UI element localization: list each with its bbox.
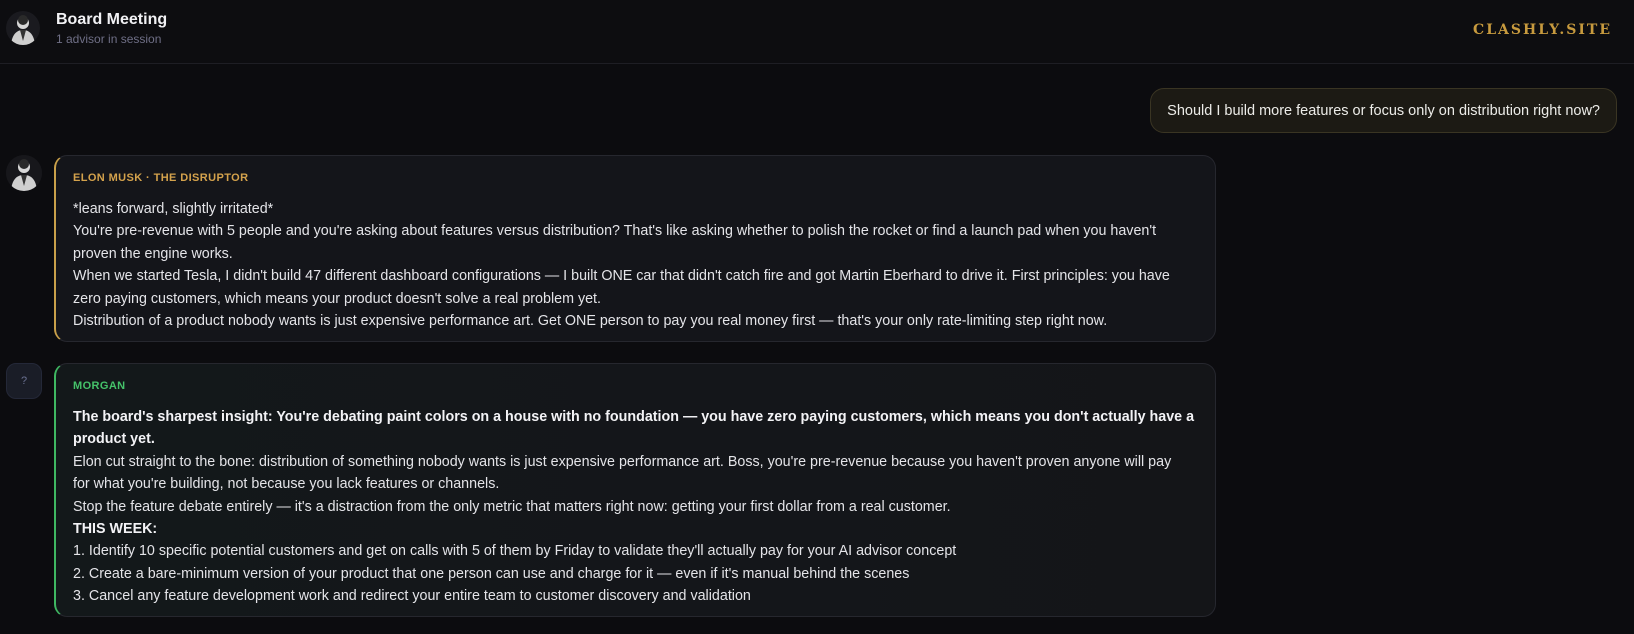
message-line: zero paying customers, which means your … (73, 290, 602, 307)
person-icon (6, 155, 42, 191)
board-avatar (6, 11, 40, 45)
message-line: *leans forward, slightly irritated* (73, 201, 274, 217)
action-item: 3. Cancel any feature development work a… (73, 588, 751, 605)
message-line: You're pre-revenue with 5 people and you… (73, 223, 1157, 240)
message-line: When we started Tesla, I didn't build 47… (73, 268, 1170, 285)
advisor-avatar (6, 155, 42, 191)
brand-logo[interactable]: CLASHLY.SITE (1473, 22, 1612, 38)
insight-line: product yet. (73, 431, 155, 448)
message-line: proven the engine works. (73, 245, 233, 262)
morgan-avatar: ? (6, 363, 42, 399)
week-label: THIS WEEK: (73, 521, 158, 538)
message-line: Distribution of a product nobody wants i… (73, 313, 1108, 330)
speaker-label: ELON MUSK · THE DISRUPTOR (73, 172, 249, 184)
action-item: 1. Identify 10 specific potential custom… (73, 543, 957, 560)
speaker-label: MORGAN (73, 380, 126, 392)
advisor-message-card: ELON MUSK · THE DISRUPTOR *leans forward… (54, 155, 1216, 342)
person-icon (11, 15, 35, 45)
session-status: 1 advisor in session (56, 32, 162, 46)
message-line: Elon cut straight to the bone: distribut… (73, 453, 1172, 470)
morgan-message-card: MORGAN The board's sharpest insight: You… (54, 363, 1216, 617)
action-item: 2. Create a bare-minimum version of your… (73, 565, 910, 582)
user-message-bubble: Should I build more features or focus on… (1150, 88, 1617, 133)
message-line: Stop the feature debate entirely — it's … (73, 498, 951, 515)
insight-line: The board's sharpest insight: You're deb… (73, 409, 1195, 425)
message-line: for what you're building, not because yo… (73, 476, 500, 493)
top-bar: Board Meeting 1 advisor in session CLASH… (0, 0, 1634, 64)
page-title: Board Meeting (56, 11, 168, 28)
